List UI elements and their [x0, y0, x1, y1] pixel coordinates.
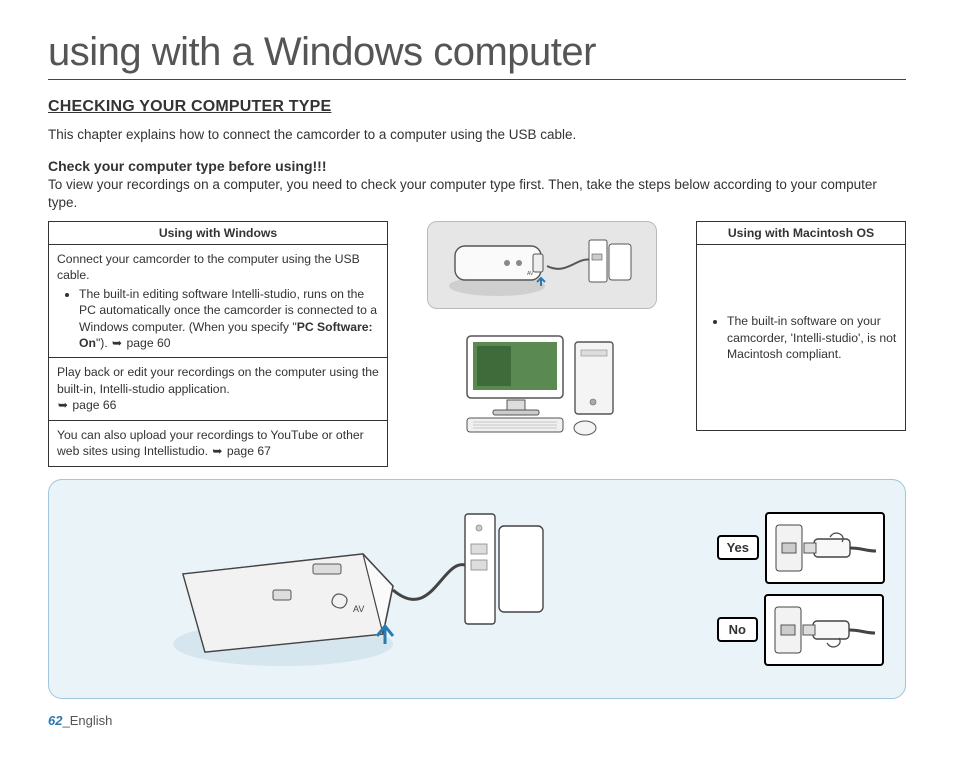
illustration-column: AV [394, 221, 690, 467]
no-label: No [717, 617, 758, 642]
camcorder-usb-illustration: AV [427, 221, 657, 309]
windows-table: Using with Windows Connect your camcorde… [48, 221, 388, 467]
windows-row1-lead: Connect your camcorder to the computer u… [57, 252, 360, 282]
macintosh-bullet: The built-in software on your camcorder,… [727, 313, 897, 362]
macintosh-header-cell: Using with Macintosh OS [697, 221, 906, 244]
macintosh-row-1: The built-in software on your camcorder,… [697, 244, 906, 430]
desktop-computer-icon [437, 322, 647, 442]
page-title: using with a Windows computer [48, 30, 906, 80]
footer-language: English [70, 713, 113, 728]
yes-label: Yes [717, 535, 759, 560]
windows-row1-text-b: "). [96, 336, 111, 350]
yes-row: Yes [717, 512, 885, 584]
yes-plug-illustration [765, 512, 885, 584]
page-ref-66: page 66 [72, 397, 116, 413]
macintosh-column: Using with Macintosh OS The built-in sof… [696, 221, 906, 467]
usb-plug-correct-icon [770, 517, 880, 579]
page-ref-60: page 60 [127, 335, 171, 351]
yes-no-column: Yes No [717, 512, 885, 666]
section-header: CHECKING YOUR COMPUTER TYPE [48, 98, 906, 116]
windows-row2-text: Play back or edit your recordings on the… [57, 365, 379, 395]
sub-header: Check your computer type before using!!! [48, 158, 906, 174]
intro-paragraph: This chapter explains how to connect the… [48, 126, 906, 144]
page-footer: 62_English [48, 713, 906, 728]
windows-row-3: You can also upload your recordings to Y… [49, 420, 388, 466]
windows-row3-text: You can also upload your recordings to Y… [57, 428, 364, 458]
footer-sep: _ [62, 713, 69, 728]
macintosh-table: Using with Macintosh OS The built-in sof… [696, 221, 906, 431]
usb-orientation-illustration: AV [69, 494, 657, 684]
usb-orientation-panel: AV Yes [48, 479, 906, 699]
windows-row-1: Connect your camcorder to the computer u… [49, 244, 388, 358]
windows-row1-bullet: The built-in editing software Intelli-st… [79, 286, 379, 352]
desktop-pc-illustration [427, 317, 657, 447]
usb-plug-incorrect-icon [769, 599, 879, 661]
svg-text:AV: AV [527, 271, 534, 277]
windows-column: Using with Windows Connect your camcorde… [48, 221, 388, 467]
page-number: 62 [48, 713, 62, 728]
sub-paragraph: To view your recordings on a computer, y… [48, 176, 906, 212]
windows-header-cell: Using with Windows [49, 221, 388, 244]
windows-row-2: Play back or edit your recordings on the… [49, 358, 388, 420]
camcorder-usb-large-icon: AV [153, 494, 573, 684]
svg-text:AV: AV [353, 604, 364, 614]
arrow-icon: ➥ [111, 335, 123, 351]
arrow-icon: ➥ [57, 397, 69, 413]
no-row: No [717, 594, 884, 666]
page-ref-67: page 67 [227, 443, 271, 459]
camcorder-connection-icon: AV [437, 228, 647, 302]
content-columns: Using with Windows Connect your camcorde… [48, 221, 906, 467]
no-plug-illustration [764, 594, 884, 666]
arrow-icon: ➥ [211, 443, 223, 459]
